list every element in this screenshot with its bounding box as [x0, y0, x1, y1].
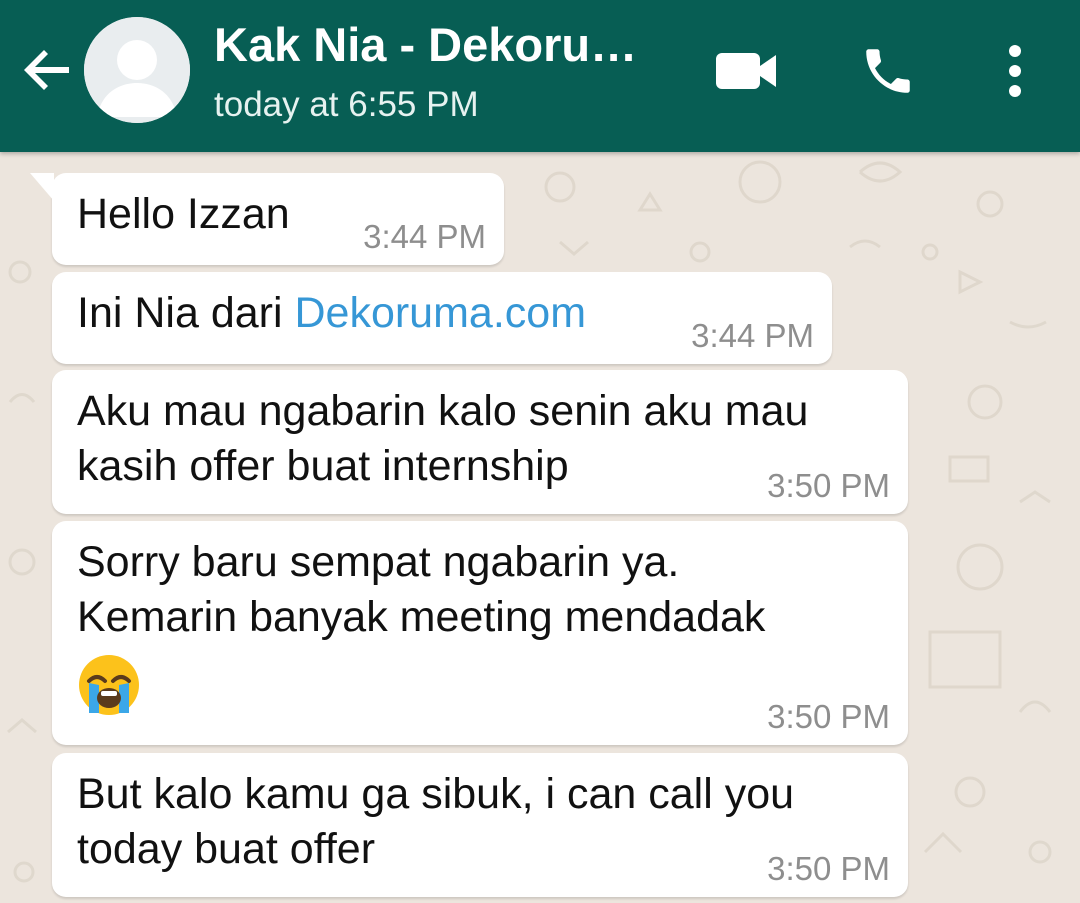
message-time: 3:44 PM — [363, 218, 486, 255]
contact-avatar[interactable] — [84, 17, 190, 123]
last-seen-status: today at 6:55 PM — [214, 85, 479, 124]
message-time: 3:50 PM — [767, 698, 890, 735]
arrow-left-icon — [24, 50, 69, 90]
phone-icon — [866, 49, 910, 93]
back-button[interactable] — [18, 40, 78, 100]
chat-area[interactable]: Hello Izzan 3:44 PM Ini Nia dari Dekorum… — [0, 152, 1080, 903]
message-time: 3:50 PM — [767, 467, 890, 504]
voice-call-button[interactable] — [850, 36, 926, 106]
message-text-line: Aku mau ngabarin kalo senin aku mau — [77, 387, 809, 435]
message-bubble[interactable]: Ini Nia dari Dekoruma.com 3:44 PM — [52, 272, 832, 364]
default-avatar-icon — [84, 17, 190, 123]
message-link[interactable]: Dekoruma.com — [294, 289, 586, 337]
more-options-button[interactable] — [990, 36, 1040, 106]
message-bubble[interactable]: But kalo kamu ga sibuk, i can call you t… — [52, 753, 908, 897]
message-text-line: Sorry baru sempat ngabarin ya. — [77, 538, 680, 586]
message-time: 3:50 PM — [767, 850, 890, 887]
video-call-button[interactable] — [706, 36, 786, 106]
message-bubble[interactable]: Sorry baru sempat ngabarin ya. Kemarin b… — [52, 521, 908, 745]
message-text-line: But kalo kamu ga sibuk, i can call you — [77, 770, 795, 818]
message-text-prefix: Ini Nia dari — [77, 289, 295, 337]
message-text-line: Kemarin banyak meeting mendadak — [77, 593, 766, 641]
loudly-crying-face-emoji — [77, 653, 141, 717]
contact-name[interactable]: Kak Nia - Dekoru… — [214, 20, 674, 70]
message-bubble[interactable]: Hello Izzan 3:44 PM — [30, 173, 504, 265]
bubble-tail — [30, 173, 54, 201]
message-bubble[interactable]: Aku mau ngabarin kalo senin aku mau kasi… — [52, 370, 908, 514]
vertical-dots-icon — [1009, 45, 1021, 97]
chat-header: Kak Nia - Dekoru… today at 6:55 PM — [0, 0, 1080, 152]
message-time: 3:44 PM — [691, 317, 814, 354]
video-camera-icon — [716, 53, 776, 89]
